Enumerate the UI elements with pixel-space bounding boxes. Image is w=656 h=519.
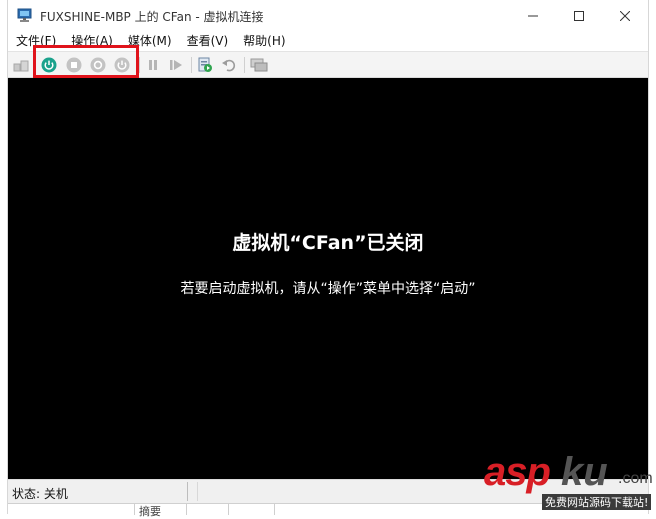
menu-view[interactable]: 查看(V) [179, 31, 236, 51]
resume-button[interactable] [167, 56, 185, 74]
resume-icon [170, 60, 182, 70]
revert-button[interactable] [220, 56, 238, 74]
vm-off-message: 虚拟机“CFan”已关闭 [232, 232, 424, 254]
summary-tab: 摘要 [139, 505, 161, 518]
enhanced-session-button[interactable] [250, 56, 268, 74]
status-label: 状态: 关机 [12, 487, 68, 501]
vm-connection-window: FUXSHINE-MBP 上的 CFan - 虚拟机连接 文件(F) 操作(A)… [7, 0, 649, 518]
maximize-icon [574, 10, 584, 21]
minimize-button[interactable] [510, 0, 556, 31]
pause-button[interactable] [144, 56, 162, 74]
status-bar: 状态: 关机 [8, 479, 648, 503]
window-title: FUXSHINE-MBP 上的 CFan - 虚拟机连接 [40, 10, 264, 24]
vm-start-hint: 若要启动虚拟机，请从“操作”菜单中选择“启动” [180, 281, 476, 297]
checkpoint-button[interactable] [196, 56, 214, 74]
checkpoint-icon [198, 57, 212, 72]
menu-help[interactable]: 帮助(H) [235, 31, 292, 51]
highlight-box [33, 45, 139, 78]
minimize-icon [528, 15, 538, 16]
close-icon [620, 10, 630, 21]
title-bar[interactable]: FUXSHINE-MBP 上的 CFan - 虚拟机连接 [8, 0, 648, 31]
vm-display[interactable]: 虚拟机“CFan”已关闭 若要启动虚拟机，请从“操作”菜单中选择“启动” [8, 78, 648, 479]
vm-connection-icon [17, 7, 33, 23]
pause-icon [149, 60, 157, 70]
status-panel [197, 482, 643, 501]
toolbar [8, 45, 648, 78]
background-window-strip: 摘要 [8, 503, 648, 518]
ctrl-alt-del-button[interactable] [12, 56, 30, 74]
maximize-button[interactable] [556, 0, 602, 31]
ctrl-alt-del-icon [13, 60, 29, 72]
enhanced-session-icon [250, 58, 268, 72]
status-divider [187, 482, 188, 501]
revert-icon [222, 59, 236, 72]
close-button[interactable] [602, 0, 648, 31]
